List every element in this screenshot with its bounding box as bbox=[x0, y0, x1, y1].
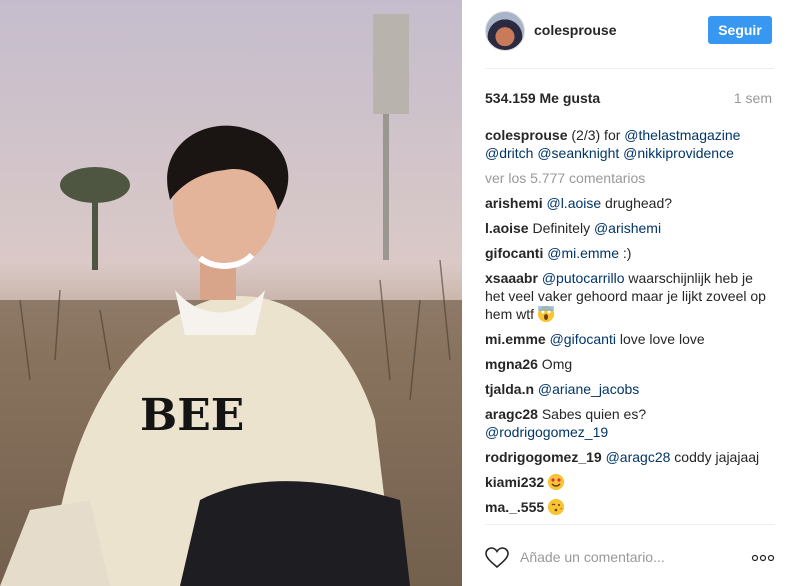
comment-text: Omg bbox=[537, 356, 573, 372]
comment-user[interactable]: mgna26 bbox=[485, 356, 538, 372]
list-item: gifocanti @mi.emme :) bbox=[485, 244, 775, 262]
mention-link[interactable]: @nikkiprovidence bbox=[623, 145, 734, 161]
add-comment-input[interactable] bbox=[520, 546, 720, 568]
svg-text:BEE: BEE bbox=[140, 390, 244, 441]
author-username[interactable]: colesprouse bbox=[534, 22, 616, 38]
comment-text: :) bbox=[619, 245, 632, 261]
comment-text: Sabes quien es? bbox=[537, 406, 647, 422]
comment-text: coddy jajajaaj bbox=[670, 449, 760, 465]
comment-text: Definitely bbox=[528, 220, 594, 236]
mention-link[interactable]: @thelastmagazine bbox=[624, 127, 740, 143]
post-photo[interactable]: BEE bbox=[0, 0, 462, 586]
comments-list: colesprouse (2/3) for @thelastmagazine @… bbox=[485, 126, 775, 523]
caption: colesprouse (2/3) for @thelastmagazine @… bbox=[485, 126, 775, 162]
list-item: tjalda.n @ariane_jacobs bbox=[485, 380, 775, 398]
comment-text: drughead? bbox=[601, 195, 673, 211]
more-options-icon[interactable] bbox=[751, 551, 775, 563]
comment-user[interactable]: l.aoise bbox=[485, 220, 529, 236]
kiss-emoji-icon bbox=[548, 499, 565, 515]
photo-illustration: BEE bbox=[0, 0, 462, 586]
caption-text: (2/3) for bbox=[567, 127, 625, 143]
mention-link[interactable]: @arishemi bbox=[594, 220, 661, 236]
view-all-comments[interactable]: ver los 5.777 comentarios bbox=[485, 169, 775, 187]
scream-emoji-icon bbox=[537, 306, 554, 322]
mention-link[interactable]: @aragc28 bbox=[606, 449, 671, 465]
heart-icon[interactable] bbox=[485, 547, 509, 569]
mention-link[interactable]: @rodrigogomez_19 bbox=[485, 424, 608, 440]
follow-button[interactable]: Seguir bbox=[708, 16, 772, 44]
list-item: ma._.555 bbox=[485, 498, 775, 516]
comment-user[interactable]: mi.emme bbox=[485, 331, 546, 347]
comment-user[interactable]: colesprouse bbox=[485, 127, 567, 143]
comment-bar bbox=[485, 546, 775, 570]
list-item: xsaaabr @putocarrillo waarschijnlijk heb… bbox=[485, 269, 775, 323]
comment-user[interactable]: arishemi bbox=[485, 195, 543, 211]
heart-eyes-emoji-icon bbox=[548, 474, 565, 490]
list-item: aragc28 Sabes quien es? @rodrigogomez_19 bbox=[485, 405, 775, 441]
list-item: l.aoise Definitely @arishemi bbox=[485, 219, 775, 237]
mention-link[interactable]: @mi.emme bbox=[547, 245, 619, 261]
avatar[interactable] bbox=[485, 11, 525, 51]
comment-user[interactable]: rodrigogomez_19 bbox=[485, 449, 602, 465]
post-time[interactable]: 1 sem bbox=[734, 90, 772, 106]
comment-user[interactable]: ma._.555 bbox=[485, 499, 544, 515]
list-item: mi.emme @gifocanti love love love bbox=[485, 330, 775, 348]
list-item: kiami232 bbox=[485, 473, 775, 491]
list-item: mgna26 Omg bbox=[485, 355, 775, 373]
comment-user[interactable]: tjalda.n bbox=[485, 381, 534, 397]
mention-link[interactable]: @l.aoise bbox=[546, 195, 601, 211]
comment-user[interactable]: kiami232 bbox=[485, 474, 544, 490]
mention-link[interactable]: @seanknight bbox=[537, 145, 619, 161]
comment-user[interactable]: xsaaabr bbox=[485, 270, 538, 286]
comment-user[interactable]: gifocanti bbox=[485, 245, 543, 261]
post-header: colesprouse Seguir bbox=[462, 0, 794, 68]
mention-link[interactable]: @ariane_jacobs bbox=[538, 381, 639, 397]
mention-link[interactable]: @putocarrillo bbox=[542, 270, 625, 286]
comment-user[interactable]: aragc28 bbox=[485, 406, 538, 422]
mention-link[interactable]: @gifocanti bbox=[550, 331, 616, 347]
likes-count[interactable]: 534.159 Me gusta bbox=[485, 90, 600, 106]
mention-link[interactable]: @dritch bbox=[485, 145, 533, 161]
footer-divider bbox=[485, 524, 775, 525]
comment-text: love love love bbox=[615, 331, 705, 347]
list-item: arishemi @l.aoise drughead? bbox=[485, 194, 775, 212]
header-divider bbox=[485, 68, 774, 69]
list-item: rodrigogomez_19 @aragc28 coddy jajajaaj bbox=[485, 448, 775, 466]
post-details-panel: colesprouse Seguir 534.159 Me gusta 1 se… bbox=[462, 0, 794, 586]
